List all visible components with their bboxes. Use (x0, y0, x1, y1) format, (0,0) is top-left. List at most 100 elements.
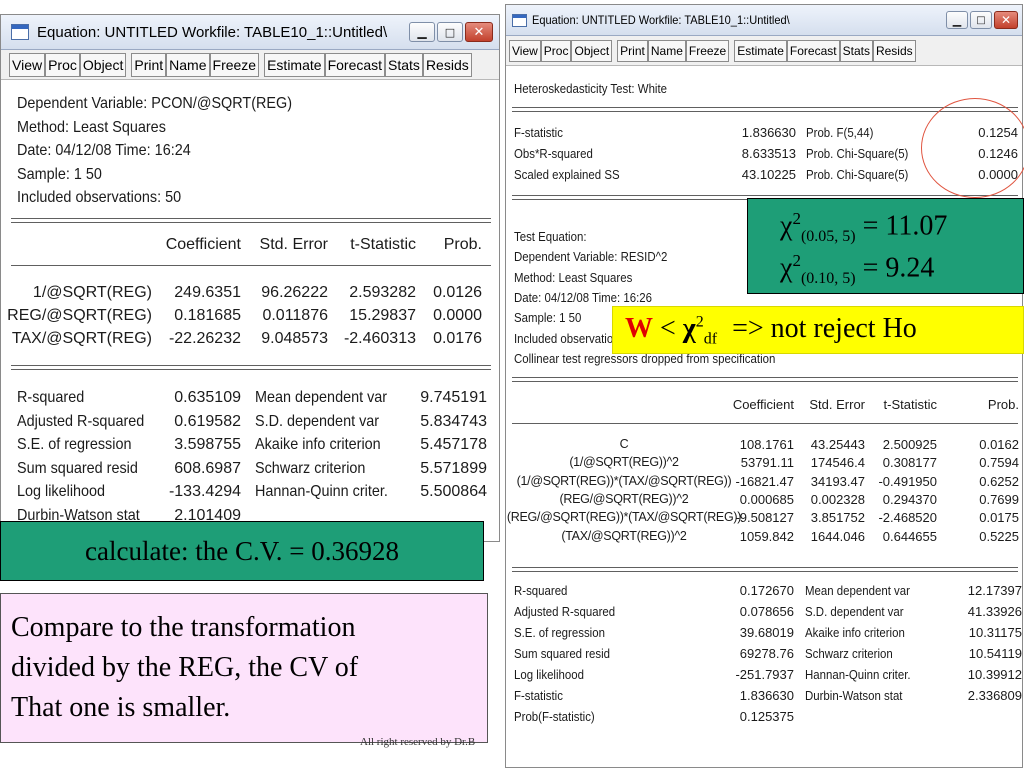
toolbar-freeze-button[interactable]: Freeze (685, 39, 730, 62)
toolbar-resids-button[interactable]: Resids (422, 52, 472, 77)
equation-header-line: Test Equation: (514, 229, 587, 244)
column-header: Prob. (443, 236, 482, 253)
right-window-titlebar[interactable]: Equation: UNTITLED Workfile: TABLE10_1::… (506, 5, 1022, 36)
toolbar-forecast-button[interactable]: Forecast (786, 39, 840, 62)
coef-cell: 0.011876 (262, 307, 328, 324)
minimize-icon[interactable]: ▁ (409, 22, 435, 42)
toolbar-forecast-button[interactable]: Forecast (324, 52, 386, 77)
stat-value: 5.571899 (420, 459, 487, 477)
test-label: Prob. F(5,44) (806, 125, 874, 140)
toolbar-print-button[interactable]: Print (617, 39, 648, 62)
maximize-icon[interactable]: □ (970, 11, 992, 29)
stat-value: 10.31175 (968, 625, 1022, 640)
equation-header-line: Date: 04/12/08 Time: 16:26 (514, 289, 653, 305)
coef-cell: 0.0000 (433, 307, 482, 324)
table-divider (11, 369, 491, 370)
window-icon (512, 13, 527, 27)
stat-label: Sum squared resid (17, 459, 138, 477)
toolbar-proc-button[interactable]: Proc (540, 39, 572, 62)
table-divider (512, 195, 1018, 196)
toolbar-view-button[interactable]: View (509, 39, 541, 62)
stat-label: Log likelihood (17, 483, 106, 500)
variable-name: 1/@SQRT(REG) (32, 284, 152, 301)
close-icon[interactable]: ✕ (994, 11, 1018, 29)
left-window-title: Equation: UNTITLED Workfile: TABLE10_1::… (37, 23, 388, 41)
stat-label: Log likelihood (514, 667, 584, 682)
test-label: Prob. Chi-Square(5) (806, 146, 909, 161)
coef-cell: -0.491950 (878, 473, 937, 489)
coef-cell: 96.26222 (261, 284, 328, 301)
toolbar-proc-button[interactable]: Proc (45, 52, 80, 77)
table-divider (11, 222, 491, 223)
decision-box: W < χ2df => not reject Ho (612, 306, 1024, 354)
right-window-title: Equation: UNTITLED Workfile: TABLE10_1::… (532, 13, 790, 27)
stat-value: 41.33926 (967, 604, 1022, 619)
stat-label: F-statistic (514, 688, 563, 703)
stat-label: S.E. of regression (17, 436, 132, 453)
header-line: Dependent Variable: PCON/@SQRT(REG) (17, 95, 292, 112)
stat-value: 9.745191 (420, 389, 487, 406)
table-divider (11, 265, 491, 266)
stat-value: 12.17397 (967, 583, 1022, 598)
red-circle-annotation (921, 98, 1024, 198)
toolbar-view-button[interactable]: View (9, 52, 46, 77)
test-label: Scaled explained SS (514, 167, 620, 182)
toolbar-name-button[interactable]: Name (166, 52, 210, 77)
toolbar-estimate-button[interactable]: Estimate (264, 52, 325, 77)
table-divider (11, 218, 491, 219)
cv-text: calculate: the C.V. = 0.36928 (85, 536, 399, 566)
test-label: Obs*R-squared (514, 146, 593, 161)
stat-label: Schwarz criterion (805, 646, 893, 661)
coef-cell: 0.7699 (979, 491, 1019, 507)
stat-label: S.D. dependent var (805, 604, 904, 619)
toolbar-print-button[interactable]: Print (131, 52, 167, 77)
window-icon (11, 24, 29, 40)
coef-cell: 0.0126 (433, 284, 482, 301)
left-window-content: Dependent Variable: PCON/@SQRT(REG) Metho… (1, 81, 499, 541)
test-title: Heteroskedasticity Test: White (514, 81, 668, 96)
footer-text: All right reserved by Dr.B (360, 736, 476, 748)
toolbar-object-button[interactable]: Object (571, 39, 613, 62)
compare-line-3: That one is smaller. (11, 692, 231, 723)
maximize-icon[interactable]: □ (437, 22, 463, 42)
toolbar-name-button[interactable]: Name (647, 39, 686, 62)
toolbar-stats-button[interactable]: Stats (839, 39, 873, 62)
stat-label: S.D. dependent var (255, 412, 380, 430)
close-icon[interactable]: ✕ (465, 22, 493, 42)
coef-cell: 0.0162 (979, 437, 1019, 452)
right-window-toolbar: View Proc Object Print Name Freeze Estimate For… (506, 36, 1022, 66)
compare-box: Compare to the transformation divided by… (0, 593, 488, 743)
stat-value: 39.68019 (739, 625, 794, 640)
stat-value: 5.500864 (420, 483, 487, 500)
coef-cell: 0.6252 (979, 473, 1019, 489)
stat-value: 69278.76 (739, 646, 794, 661)
stat-label: Schwarz criterion (255, 459, 366, 477)
compare-line-1: Compare to the transformation (11, 612, 356, 643)
toolbar-object-button[interactable]: Object (79, 52, 127, 77)
stat-value: -251.7937 (735, 667, 794, 682)
stat-value: 5.834743 (420, 412, 487, 430)
coef-cell: 0.5225 (979, 528, 1019, 544)
coef-cell: -22.26232 (168, 330, 241, 347)
stat-label: R-squared (17, 389, 85, 406)
toolbar-freeze-button[interactable]: Freeze (209, 52, 260, 77)
stat-value: 5.457178 (420, 436, 487, 453)
toolbar-stats-button[interactable]: Stats (385, 52, 423, 77)
left-window-toolbar: View Proc Object Print Name Freeze Estimate For… (1, 50, 499, 80)
coef-cell: 0.308177 (882, 455, 937, 471)
stat-value: -133.4294 (168, 483, 241, 500)
equation-header-line: Method: Least Squares (514, 269, 633, 285)
stat-label: Akaike info criterion (255, 436, 381, 453)
stat-value: 2.336809 (967, 688, 1022, 703)
coef-cell: -2.468520 (878, 510, 937, 526)
stat-label: Mean dependent var (255, 389, 388, 406)
toolbar-resids-button[interactable]: Resids (872, 39, 916, 62)
compare-line-2: divided by the REG, the CV of (11, 652, 359, 683)
toolbar-estimate-button[interactable]: Estimate (734, 39, 787, 62)
stat-label: Adjusted R-squared (17, 412, 145, 430)
left-window-titlebar[interactable]: Equation: UNTITLED Workfile: TABLE10_1::… (1, 15, 499, 50)
coef-cell: 9.048573 (261, 330, 328, 347)
minimize-icon[interactable]: ▁ (946, 11, 968, 29)
test-value: 1.836630 (741, 125, 796, 140)
stat-value: 3.598755 (174, 436, 241, 453)
